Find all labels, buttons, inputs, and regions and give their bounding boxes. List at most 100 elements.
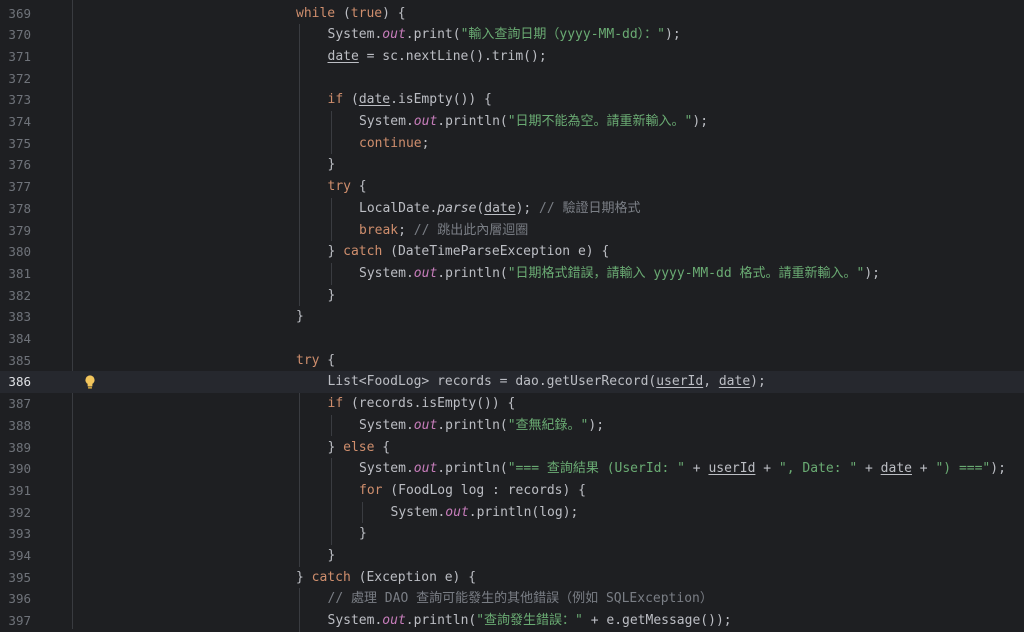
code-editor[interactable]: 369 while (true) { 370 System.out.print("輸入… [0,0,1024,632]
code-content[interactable]: System.out.println("查無紀錄。"); [359,415,604,437]
code-line[interactable]: 374 System.out.println("日期不能為空。請重新輸入。"); [0,111,1024,133]
code-line[interactable]: 394} [0,545,1024,567]
code-content[interactable]: // 處理 DAO 查詢可能發生的其他錯誤（例如 SQLException） [328,588,713,610]
code-content[interactable]: System.out.println("=== 查詢結果 (UserId: " … [359,458,1006,480]
code-line[interactable]: 385 try { [0,350,1024,372]
code-content[interactable]: date = sc.nextLine().trim(); [328,46,547,68]
variable-ref: date [484,200,516,216]
line-number[interactable]: 378 [0,198,31,220]
string-literal: "=== 查詢結果 (UserId: " [507,461,685,477]
code-line[interactable]: 384 [0,328,1024,350]
code-content[interactable]: try { [328,176,367,198]
code-content[interactable]: System.out.print("輸入查詢日期（yyyy-MM-dd）："); [328,24,681,46]
line-number[interactable]: 396 [0,588,31,610]
code-text: .println( [437,417,508,433]
code-content[interactable]: if (date.isEmpty()) { [328,89,492,111]
code-line[interactable]: 389 } else { [0,437,1024,459]
code-content[interactable]: } else { [328,437,391,459]
code-line[interactable]: 369 while (true) { [0,3,1024,25]
variable-ref: date [718,374,751,390]
code-content[interactable]: for (FoodLog log : records) { [359,480,586,502]
code-line[interactable]: 379 break; // 跳出此內層迴圈 [0,220,1024,242]
code-line[interactable]: 376} [0,154,1024,176]
code-content[interactable]: System.out.println("日期不能為空。請重新輸入。"); [359,111,708,133]
code-text: .println( [437,114,508,129]
code-text: } [359,526,367,542]
code-line[interactable]: 390 System.out.println("=== 查詢結果 (UserId:… [0,458,1024,480]
code-content[interactable]: } [359,523,367,545]
line-number[interactable]: 380 [0,241,31,263]
line-number[interactable]: 386 [0,371,31,393]
line-number[interactable]: 374 [0,111,31,133]
code-content[interactable]: break; // 跳出此內層迴圈 [359,220,528,242]
line-number[interactable]: 388 [0,415,31,437]
code-text: System. [390,504,446,520]
line-number[interactable]: 394 [0,545,31,567]
field-ref: out [413,114,438,129]
code-content[interactable]: LocalDate.parse(date); // 驗證日期格式 [359,198,641,220]
code-text: ( [343,92,359,108]
code-content[interactable]: List<FoodLog> records = dao.getUserRecor… [328,371,766,393]
code-line[interactable]: 370 System.out.print("輸入查詢日期（yyyy-MM-dd）：… [0,24,1024,46]
code-content[interactable]: } catch (DateTimeParseException e) { [328,241,610,263]
line-number[interactable]: 369 [0,3,31,25]
code-line[interactable]: 382} [0,285,1024,307]
code-content[interactable]: } catch (Exception e) { [296,567,476,589]
code-line[interactable]: 391 for (FoodLog log : records) { [0,480,1024,502]
code-line[interactable]: 395 } catch (Exception e) { [0,567,1024,589]
line-number[interactable]: 381 [0,263,31,285]
line-number[interactable]: 379 [0,220,31,242]
line-number[interactable]: 382 [0,285,31,307]
code-line[interactable]: 396 // 處理 DAO 查詢可能發生的其他錯誤（例如 SQLException… [0,588,1024,610]
code-line[interactable]: 393} [0,523,1024,545]
code-text: , [703,374,719,390]
code-line[interactable]: 373 if (date.isEmpty()) { [0,89,1024,111]
code-content[interactable]: } [296,306,304,328]
line-number[interactable]: 389 [0,437,31,459]
keyword: continue [359,135,422,151]
line-number[interactable]: 395 [0,567,31,589]
comment: // 處理 DAO 查詢可能發生的其他錯誤（例如 SQLException） [327,591,713,607]
code-content[interactable]: System.out.println(log); [391,502,579,524]
line-number[interactable]: 375 [0,133,31,155]
line-number[interactable]: 373 [0,89,31,111]
code-content[interactable]: continue; [359,133,429,155]
code-line[interactable]: 375 continue; [0,133,1024,155]
code-line[interactable]: 387 if (records.isEmpty()) { [0,393,1024,415]
code-line[interactable]: 380 } catch (DateTimeParseException e) { [0,241,1024,263]
code-content[interactable]: try { [296,350,335,372]
line-number[interactable]: 383 [0,306,31,328]
code-content[interactable]: while (true) { [296,3,406,25]
code-line[interactable]: 381 System.out.println("日期格式錯誤，請輸入 yyyy-M… [0,263,1024,285]
line-number[interactable]: 370 [0,24,31,46]
line-number[interactable]: 376 [0,154,31,176]
code-content[interactable]: if (records.isEmpty()) { [328,393,516,415]
line-number[interactable]: 371 [0,46,31,68]
line-number[interactable]: 377 [0,176,31,198]
code-line[interactable]: 378 LocalDate.parse(date); // 驗證日期格式 [0,198,1024,220]
string-literal: "輸入查詢日期（yyyy-MM-dd）：" [460,27,665,43]
code-line[interactable]: 371 date = sc.nextLine().trim(); [0,46,1024,68]
line-number[interactable]: 372 [0,68,31,90]
code-line[interactable]: 377 try { [0,176,1024,198]
lightbulb-icon[interactable] [84,375,96,389]
code-content[interactable]: } [328,545,336,567]
field-ref: out [382,27,406,43]
line-number[interactable]: 392 [0,502,31,524]
code-text: { [374,439,391,455]
code-line[interactable]: 388 System.out.println("查無紀錄。"); [0,415,1024,437]
code-line[interactable]: 392 System.out.println(log); [0,502,1024,524]
code-content[interactable]: } [328,285,336,307]
keyword: for [359,482,383,498]
line-number[interactable]: 387 [0,393,31,415]
line-number[interactable]: 391 [0,480,31,502]
line-number[interactable]: 384 [0,328,31,350]
line-number[interactable]: 385 [0,350,31,372]
code-line[interactable]: 386 List<FoodLog> records = dao.getUserRe… [0,371,1024,394]
line-number[interactable]: 390 [0,458,31,480]
code-line[interactable]: 372 [0,68,1024,90]
line-number[interactable]: 393 [0,523,31,545]
code-content[interactable]: } [328,154,336,176]
code-line[interactable]: 383} [0,306,1024,328]
code-content[interactable]: System.out.println("日期格式錯誤，請輸入 yyyy-MM-d… [359,263,880,285]
